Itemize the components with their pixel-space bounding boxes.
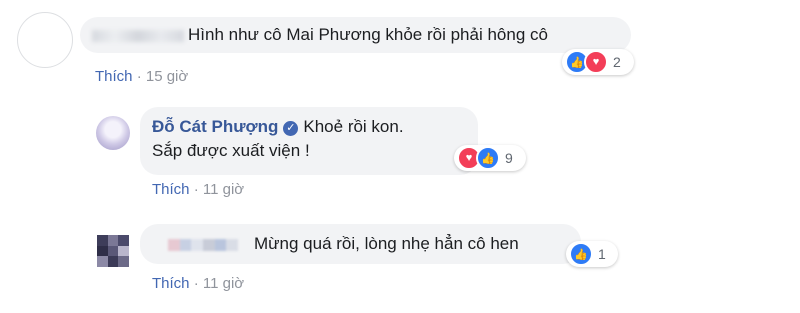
like-icon: 👍 <box>476 146 500 170</box>
reactions-summary[interactable]: 👍 1 <box>566 241 618 267</box>
reactions-summary[interactable]: ♥ 👍 9 <box>454 145 526 171</box>
avatar[interactable] <box>96 116 130 150</box>
comment-text-line-2: Sắp được xuất viện ! <box>152 141 310 160</box>
avatar[interactable] <box>97 235 129 267</box>
avatar[interactable] <box>17 12 73 68</box>
separator: · <box>193 275 199 292</box>
verified-badge-icon: ✓ <box>283 121 299 136</box>
comment-actions: Thích · 11 giờ <box>152 181 244 198</box>
reaction-count: 9 <box>505 150 513 166</box>
timestamp[interactable]: 11 giờ <box>203 181 244 198</box>
reaction-count: 2 <box>613 54 621 70</box>
comment-bubble: Hình như cô Mai Phương khỏe rồi phải hôn… <box>80 17 631 53</box>
like-link[interactable]: Thích <box>152 275 190 292</box>
separator: · <box>136 68 142 85</box>
comment-text: Mừng quá rồi, lòng nhẹ hẳn cô hen <box>254 234 519 253</box>
like-link[interactable]: Thích <box>95 68 133 85</box>
reactions-summary[interactable]: 👍 ♥ 2 <box>562 49 634 75</box>
comment-text: Hình như cô Mai Phương khỏe rồi phải hôn… <box>188 25 548 44</box>
like-icon: 👍 <box>569 242 593 266</box>
author-name[interactable]: Đỗ Cát Phượng <box>152 117 278 136</box>
comment-bubble: Đỗ Cát Phượng ✓ Khoẻ rồi kon. Sắp được xuấ… <box>140 107 478 175</box>
love-icon: ♥ <box>584 50 608 74</box>
reaction-count: 1 <box>598 246 606 262</box>
author-name-blurred[interactable] <box>92 29 184 42</box>
comment-bubble: Mừng quá rồi, lòng nhẹ hẳn cô hen <box>140 224 581 264</box>
timestamp[interactable]: 15 giờ <box>146 68 188 85</box>
separator: · <box>193 181 199 198</box>
like-link[interactable]: Thích <box>152 181 190 198</box>
comment-text-line-1: Khoẻ rồi kon. <box>303 117 404 136</box>
timestamp[interactable]: 11 giờ <box>203 275 244 292</box>
comment-actions: Thích · 15 giờ <box>95 68 188 85</box>
author-name-blurred[interactable] <box>168 238 238 251</box>
comment-actions: Thích · 11 giờ <box>152 275 244 292</box>
